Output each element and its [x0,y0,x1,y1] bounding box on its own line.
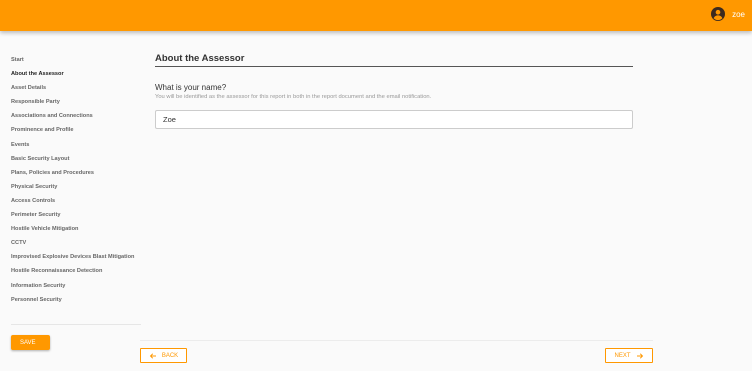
sidebar-item-plans-policies-and-procedures[interactable]: Plans, Policies and Procedures [11,166,143,180]
question-hint: You will be identified as the assessor f… [155,94,432,100]
sidebar-item-access-controls[interactable]: Access Controls [11,194,143,208]
sidebar-divider [11,324,141,325]
next-button[interactable]: NEXT [605,348,653,363]
sidebar-item-prominence-and-profile[interactable]: Prominence and Profile [11,123,143,137]
arrow-right-icon [636,352,643,359]
assessor-name-input[interactable] [155,110,633,129]
back-button-label: BACK [161,352,179,359]
section-nav: Start About the Assessor Asset Details Resp… [11,53,143,307]
sidebar-item-perimeter-security[interactable]: Perimeter Security [11,208,143,222]
sidebar-item-improvised-explosive-devices-blast-mitigation[interactable]: Improvised Explosive Devices Blast Mitig… [11,250,143,264]
account-circle-icon [711,7,726,21]
sidebar-item-hostile-vehicle-mitigation[interactable]: Hostile Vehicle Mitigation [11,222,143,236]
sidebar-item-associations-and-connections[interactable]: Associations and Connections [11,109,143,123]
arrow-left-icon [149,352,156,359]
app-header: zoe [0,0,752,31]
next-button-label: NEXT [614,352,631,359]
sidebar-item-events[interactable]: Events [11,138,143,152]
sidebar-item-personnel-security[interactable]: Personnel Security [11,293,143,307]
sidebar-item-responsible-party[interactable]: Responsible Party [11,95,143,109]
question-label: What is your name? [155,83,227,92]
save-button[interactable]: SAVE [11,335,50,350]
sidebar-item-cctv[interactable]: CCTV [11,236,143,250]
sidebar-item-information-security[interactable]: Information Security [11,279,143,293]
sidebar-item-asset-details[interactable]: Asset Details [11,81,143,95]
page-title: About the Assessor [155,53,633,67]
sidebar-item-about-the-assessor[interactable]: About the Assessor [11,67,143,81]
sidebar-item-physical-security[interactable]: Physical Security [11,180,143,194]
user-menu[interactable]: zoe [711,7,745,21]
footer-divider [140,340,653,341]
username-label: zoe [732,9,745,19]
sidebar-item-hostile-reconnaissance-detection[interactable]: Hostile Reconnaissance Detection [11,264,143,278]
back-button[interactable]: BACK [140,348,187,363]
sidebar-item-start[interactable]: Start [11,53,143,67]
sidebar-item-basic-security-layout[interactable]: Basic Security Layout [11,152,143,166]
